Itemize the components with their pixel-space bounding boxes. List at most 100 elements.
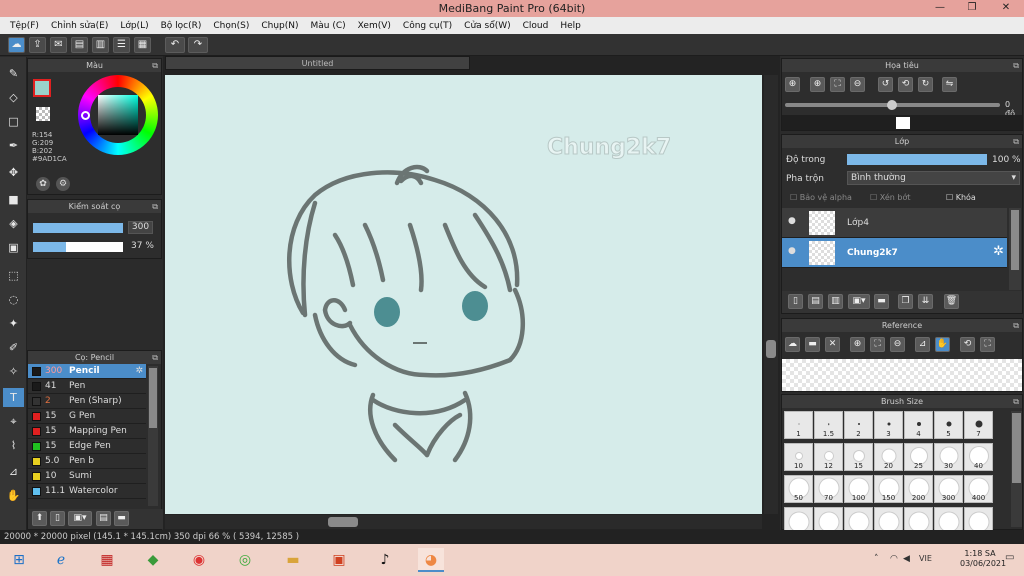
merge-layer-icon[interactable]: ⇊ [918,294,933,309]
input-language[interactable]: VIE [919,554,932,563]
brush-size-preset[interactable]: 200 [904,475,933,503]
brush-size-preset[interactable] [964,507,993,531]
panel-expand-icon[interactable]: ⧉ [1013,319,1019,332]
brush-list-item[interactable]: 300 Pencil ✲ [28,364,146,379]
new-halftone-layer-icon[interactable]: ▤ [808,294,823,309]
gradient-tool-icon[interactable]: ▣ [3,238,24,257]
menu-item[interactable]: Cửa sổ(W) [458,21,516,31]
reference-fit-icon[interactable]: ⛶ [870,337,885,352]
brush-list-item[interactable]: 15 Edge Pen [28,439,146,454]
brush-size-preset[interactable]: 1 [784,411,813,439]
layer-visibility-icon[interactable]: ● [788,246,796,256]
protect-alpha-checkbox[interactable]: ☐ Bảo vệ alpha [790,193,852,202]
dropper-tool-icon[interactable]: ⌇ [3,436,24,455]
magic-wand-icon[interactable]: ✦ [3,314,24,333]
brush-size-preset[interactable] [934,507,963,531]
rotate-reset-icon[interactable]: ⟲ [898,77,913,92]
bucket-tool-icon[interactable]: ◈ [3,214,24,233]
panel-expand-icon[interactable]: ⧉ [152,59,158,72]
app-grid-icon[interactable]: ▦ [94,548,120,572]
new-8bit-layer-icon[interactable]: ▥ [828,294,843,309]
panel-expand-icon[interactable]: ⧉ [152,200,158,213]
select-pen-icon[interactable]: ✐ [3,338,24,357]
clipping-checkbox[interactable]: ☐ Xén bớt [870,193,910,202]
undo-icon[interactable]: ↶ [165,37,185,53]
brush-settings-gear-icon[interactable]: ✲ [135,366,143,376]
page-icon[interactable]: ▥ [92,37,109,53]
brush-size-preset[interactable]: 12 [814,443,843,471]
reference-fullscreen-icon[interactable]: ⛶ [980,337,995,352]
brush-list-item[interactable]: 15 G Pen [28,409,146,424]
layer-folder-icon[interactable]: ▬ [874,294,889,309]
lock-checkbox[interactable]: ☐ Khóa [946,193,976,202]
brush-list-item[interactable]: 11.1 Watercolor [28,484,146,499]
canvas-vertical-scrollbar[interactable] [764,75,778,514]
transparent-color-swatch[interactable] [36,107,50,121]
file-explorer-icon[interactable]: ▬ [280,548,306,572]
brush-size-preset[interactable]: 25 [904,443,933,471]
add-brush-icon[interactable]: ⬆ [32,511,47,526]
brush-size-preset[interactable]: 150 [874,475,903,503]
brush-list-item[interactable]: 2 Pen (Sharp) [28,394,146,409]
maximize-button[interactable]: ❐ [956,0,988,17]
document-icon[interactable]: ▤ [71,37,88,53]
volume-icon[interactable]: ◀ [903,554,910,564]
brush-size-preset[interactable] [814,507,843,531]
coccoc-icon[interactable]: ◎ [232,548,258,572]
brush-size-preset[interactable]: 5 [934,411,963,439]
panel-expand-icon[interactable]: ⧉ [152,351,158,364]
reference-zoom-out-icon[interactable]: ⊖ [890,337,905,352]
powerpoint-icon[interactable]: ▣ [326,548,352,572]
brush-size-preset[interactable]: 40 [964,443,993,471]
reference-preview[interactable] [782,359,1022,391]
new-brush-icon[interactable]: ▯ [50,511,65,526]
brush-size-slider[interactable] [33,223,123,233]
layer-add-menu-icon[interactable]: ▣▾ [848,294,870,309]
brush-size-preset[interactable] [844,507,873,531]
brush-size-preset[interactable] [784,507,813,531]
flip-icon[interactable]: ⇋ [942,77,957,92]
list-icon[interactable]: ☰ [113,37,130,53]
brush-list-item[interactable]: 15 Mapping Pen [28,424,146,439]
brush-size-preset[interactable] [904,507,933,531]
brush-size-preset[interactable]: 2 [844,411,873,439]
rotate-right-icon[interactable]: ↻ [918,77,933,92]
foreground-color-swatch[interactable] [33,79,51,97]
menu-item[interactable]: Công cụ(T) [397,21,458,31]
brush-list-scrollbar[interactable] [148,366,158,506]
brush-size-preset[interactable]: 100 [844,475,873,503]
brush-list-item[interactable]: 10 Sumi [28,469,146,484]
menu-item[interactable]: Cloud [517,21,555,31]
layer-opacity-slider[interactable] [847,154,987,165]
panel-expand-icon[interactable]: ⧉ [1013,59,1019,72]
layer-settings-gear-icon[interactable]: ✲ [993,244,1004,259]
text-tool-icon[interactable]: T [3,388,24,407]
delete-layer-icon[interactable]: 🗑 [944,294,959,309]
reference-rotate-icon[interactable]: ⟲ [960,337,975,352]
brush-size-preset[interactable]: 50 [784,475,813,503]
zoom-out-icon[interactable]: ⊖ [850,77,865,92]
brush-size-preset[interactable]: 3 [874,411,903,439]
brush-size-preset[interactable]: 1.5 [814,411,843,439]
brush-size-preset[interactable]: 400 [964,475,993,503]
menu-item[interactable]: Chỉnh sửa(E) [45,21,114,31]
select-tool-icon[interactable]: ⬚ [3,266,24,285]
new-layer-icon[interactable]: ▯ [788,294,803,309]
eyedropper-icon[interactable]: ⊿ [3,462,24,481]
brush-list-item[interactable]: 41 Pen [28,379,146,394]
brush-folder-icon[interactable]: ▬ [114,511,129,526]
cloud-icon[interactable]: ☁ [8,37,25,53]
layer-visibility-icon[interactable]: ● [788,216,796,226]
select-eraser-icon[interactable]: ✧ [3,362,24,381]
rotation-slider[interactable] [785,100,1000,110]
menu-item[interactable]: Xem(V) [352,21,397,31]
document-tab[interactable]: Untitled [165,56,470,70]
notification-icon[interactable]: ▭ [1005,552,1014,563]
bluestacks-icon[interactable]: ◆ [140,548,166,572]
color-settings-icon[interactable]: ⚙ [56,177,70,191]
internet-explorer-icon[interactable]: ℯ [48,548,74,572]
menu-item[interactable]: Lớp(L) [114,21,154,31]
chat-icon[interactable]: ✉ [50,37,67,53]
windows-start-icon[interactable]: ⊞ [6,548,32,572]
chrome-icon[interactable]: ◉ [186,548,212,572]
